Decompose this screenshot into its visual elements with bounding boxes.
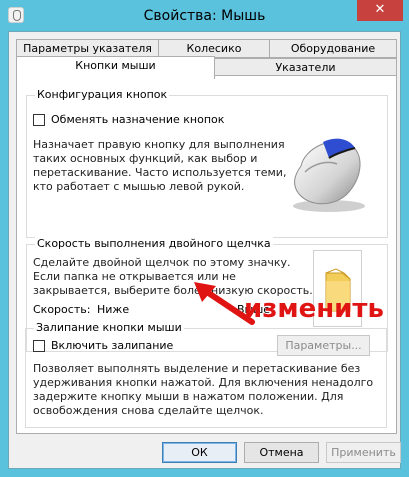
dialog-body: Параметры указателя Колесико Оборудовани… xyxy=(8,31,401,469)
mouse-properties-window: Свойства: Мышь ✕ Параметры указателя Кол… xyxy=(0,0,409,477)
button-config-description-line-3: перетаскивание. Часто используется теми, xyxy=(33,166,287,179)
close-icon: ✕ xyxy=(374,2,386,17)
tab-label: Параметры указателя xyxy=(23,42,152,55)
click-lock-settings-button[interactable]: Параметры... xyxy=(277,335,370,356)
double-click-description-line-1: Сделайте двойной щелчок по этому значку. xyxy=(33,256,291,269)
click-lock-checkbox[interactable] xyxy=(33,340,45,352)
apply-button[interactable]: Применить xyxy=(326,442,401,463)
button-config-description-line-2: таких основных функций, как выбор и xyxy=(33,152,258,165)
cancel-button[interactable]: Отмена xyxy=(244,442,319,463)
button-config-description-line-1: Назначает правую кнопку для выполнения xyxy=(33,138,285,151)
click-lock-description-line-4: освобождения снова сделайте щелчок. xyxy=(33,404,264,417)
annotation-text: изменить xyxy=(244,294,384,324)
ok-button[interactable]: ОК xyxy=(162,442,237,463)
tab-label: Кнопки мыши xyxy=(75,59,156,72)
group-title: Скорость выполнения двойного щелчка xyxy=(35,237,273,251)
click-lock-description-line-3: задержите кнопку мыши в нажатом положени… xyxy=(33,390,344,403)
mouse-icon xyxy=(293,138,365,212)
tab-pointers[interactable]: Указатели xyxy=(214,58,397,76)
group-title: Залипание кнопки мыши xyxy=(34,321,184,335)
tab-hardware[interactable]: Оборудование xyxy=(269,39,397,58)
title-bar[interactable]: Свойства: Мышь ✕ xyxy=(0,0,409,32)
click-lock-label[interactable]: Включить залипание xyxy=(51,339,173,353)
button-config-description-line-4: кто работает с мышью левой рукой. xyxy=(33,180,245,193)
tab-label: Колесико xyxy=(186,42,242,55)
close-button[interactable]: ✕ xyxy=(357,0,403,21)
speed-slow-label: Ниже xyxy=(97,303,130,316)
tab-buttons[interactable]: Кнопки мыши xyxy=(16,56,215,79)
window-title: Свойства: Мышь xyxy=(143,8,266,24)
group-title: Конфигурация кнопок xyxy=(35,88,170,102)
tab-label: Оборудование xyxy=(290,42,376,55)
click-lock-description-line-2: удерживания кнопки нажатой. Для включени… xyxy=(33,376,374,389)
swap-buttons-checkbox[interactable] xyxy=(33,114,45,126)
swap-buttons-label[interactable]: Обменять назначение кнопок xyxy=(51,113,224,127)
speed-label: Скорость: xyxy=(33,303,91,316)
click-lock-description-line-1: Позволяет выполнять выделение и перетаск… xyxy=(33,362,361,375)
tab-label: Указатели xyxy=(275,61,336,74)
